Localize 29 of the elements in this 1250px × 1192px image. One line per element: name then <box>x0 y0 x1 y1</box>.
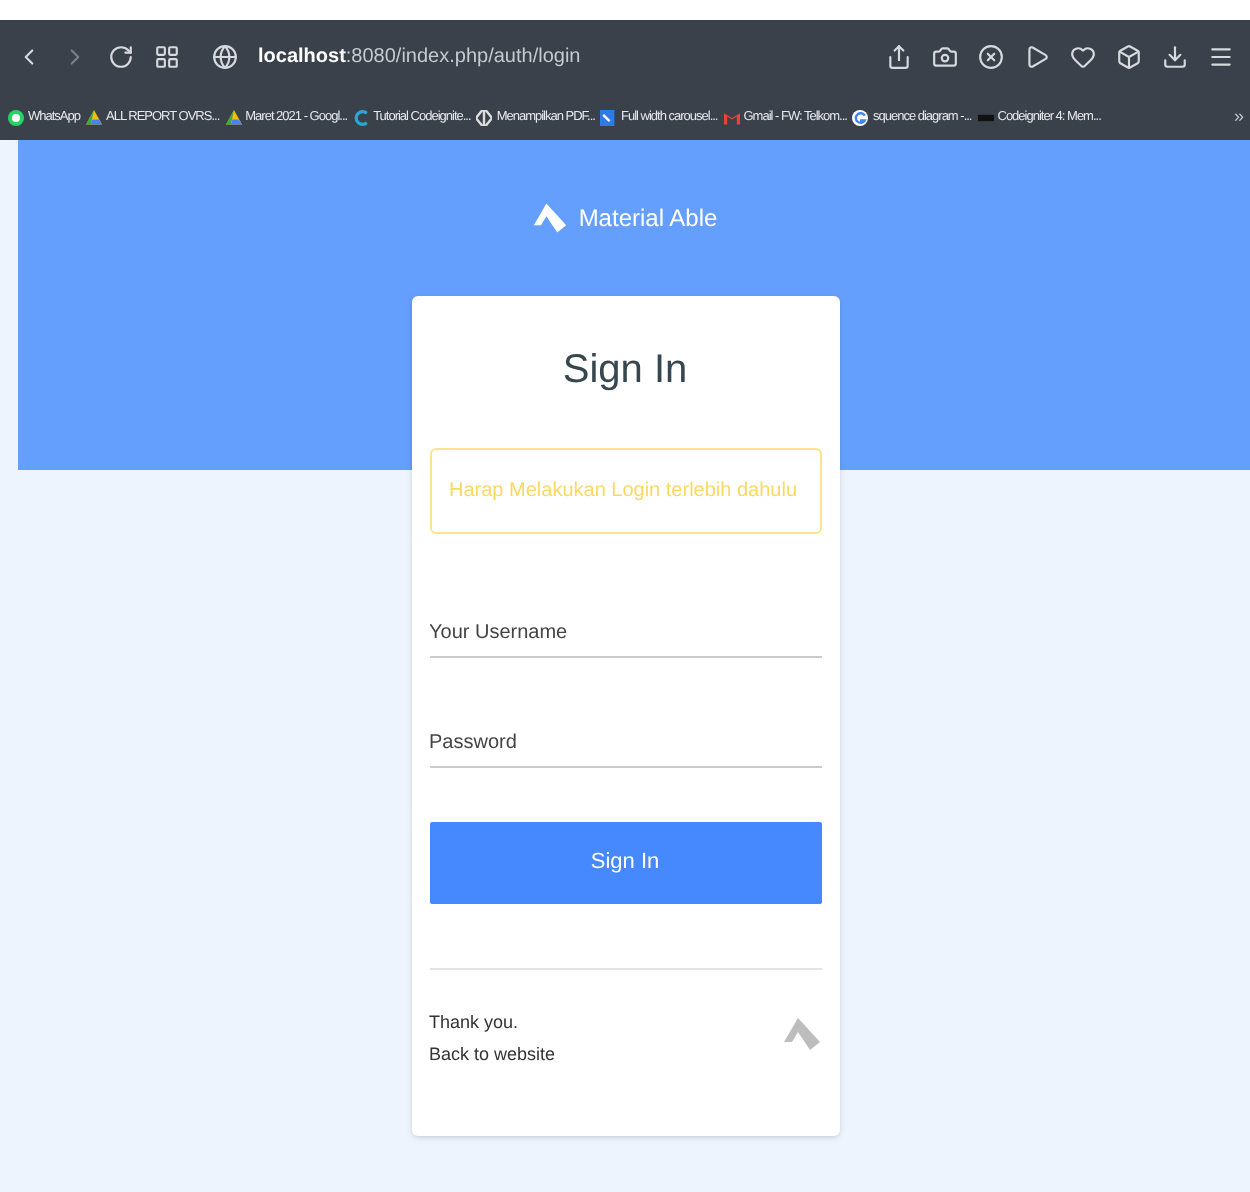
footer-logo-icon <box>781 1014 821 1054</box>
g-circle-icon <box>852 109 869 125</box>
globe-icon <box>212 44 238 70</box>
input-field[interactable]: Your Username <box>429 610 821 658</box>
menu-icon[interactable] <box>1208 44 1234 70</box>
close-circle-icon[interactable] <box>978 44 1004 70</box>
input-field[interactable]: Password <box>429 720 821 768</box>
grid-icon[interactable] <box>154 44 180 70</box>
back-link[interactable]: Back to website <box>429 1038 556 1070</box>
thanks-text: Thank you. <box>429 1010 521 1036</box>
brand-logo-icon <box>532 200 569 236</box>
alert-message: Harap Melakukan Login terlebih dahulu <box>429 448 821 534</box>
play-icon[interactable] <box>1024 44 1050 70</box>
c-letter-icon <box>353 109 370 125</box>
camera-icon[interactable] <box>932 44 958 70</box>
reload-icon[interactable] <box>108 44 134 70</box>
share-icon[interactable] <box>886 44 912 70</box>
brand-name: Material Able <box>578 202 718 236</box>
triangle-icon <box>225 109 242 125</box>
cube-icon[interactable] <box>1116 44 1142 70</box>
document-icon <box>600 109 617 125</box>
heart-icon[interactable] <box>1070 44 1096 70</box>
mail-icon <box>723 109 740 125</box>
more-bookmarks[interactable]: » <box>1233 103 1250 131</box>
dark-square-icon <box>977 109 994 125</box>
address-field[interactable]: localhost:8080/index.php/auth/login <box>258 42 581 72</box>
card-title: Sign In <box>560 346 690 396</box>
triangle-icon <box>86 109 102 125</box>
download-icon[interactable] <box>1162 44 1188 70</box>
